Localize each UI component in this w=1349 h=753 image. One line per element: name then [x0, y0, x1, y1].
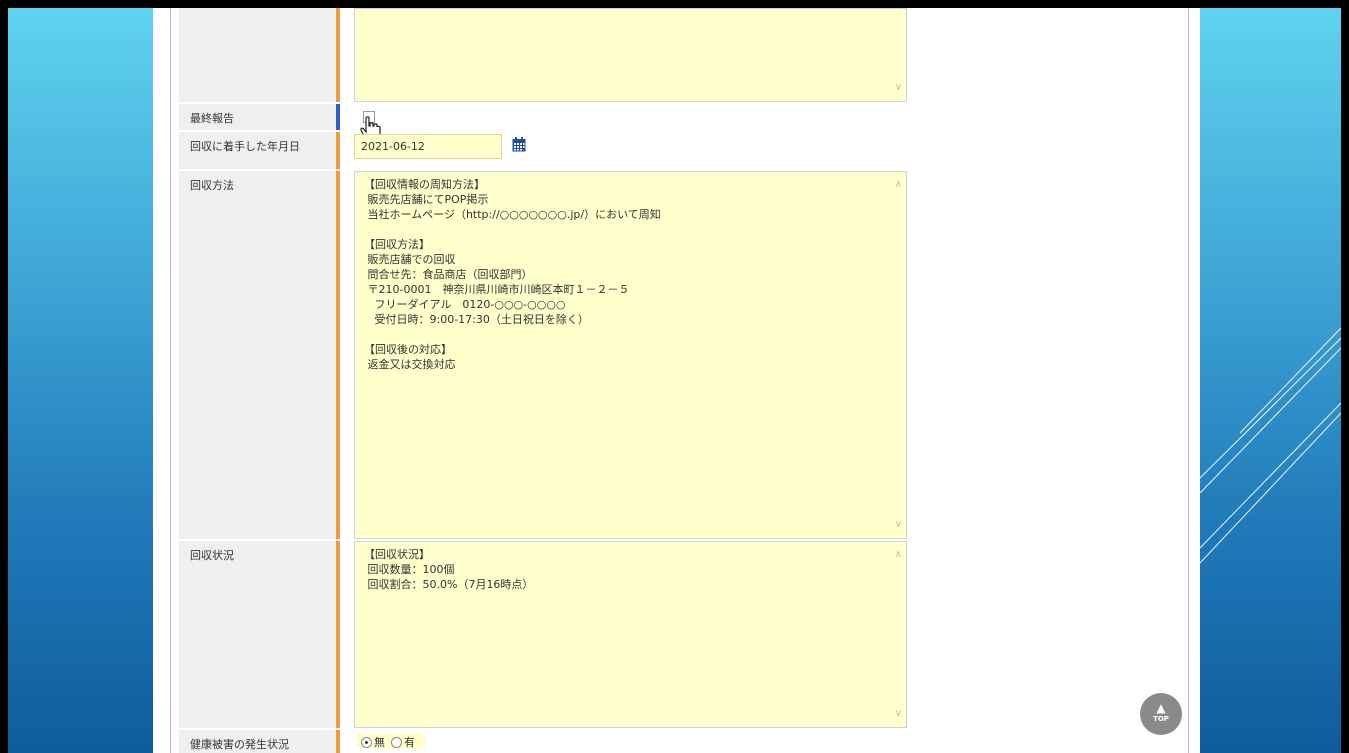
health-damage-none-label[interactable]: 無	[374, 736, 385, 749]
health-damage-row: 健康被害の発生状況 無有	[179, 730, 1059, 753]
left-decoration-panel	[8, 8, 153, 753]
arrow-up-icon: ▲	[1156, 701, 1166, 715]
recall-method-label: 回収方法	[179, 171, 336, 539]
calendar-icon[interactable]	[512, 137, 526, 152]
required-indicator-bar	[336, 541, 340, 728]
previous-field-label	[179, 8, 336, 102]
scroll-to-top-button[interactable]: ▲ TOP	[1140, 693, 1182, 735]
health-damage-none-radio[interactable]	[361, 737, 372, 748]
recall-status-label: 回収状況	[179, 541, 336, 728]
optional-indicator-bar	[336, 104, 340, 130]
recall-method-row: 回収方法 【回収情報の周知方法】 販売先店舗にてPOP掲示 当社ホームページ（h…	[179, 171, 1059, 539]
diagonal-lines-decoration	[1200, 327, 1341, 564]
recall-method-textarea[interactable]: 【回収情報の周知方法】 販売先店舗にてPOP掲示 当社ホームページ（http:/…	[354, 171, 907, 539]
recall-start-date-input[interactable]: 2021-06-12	[354, 134, 502, 159]
recall-status-text: 【回収状況】 回収数量：100個 回収割合：50.0%（7月16時点）	[364, 548, 534, 591]
required-indicator-bar	[336, 132, 340, 169]
health-damage-yes-radio[interactable]	[391, 737, 402, 748]
required-indicator-bar	[336, 8, 340, 102]
screen: ∨ 最終報告 回収に着手した年月日 2021-06-12 回収方法 【回収情報の…	[8, 8, 1341, 753]
health-damage-label: 健康被害の発生状況	[179, 730, 336, 753]
recall-method-text: 【回収情報の周知方法】 販売先店舗にてPOP掲示 当社ホームページ（http:/…	[364, 178, 661, 371]
health-damage-radio-group: 無有	[357, 733, 425, 749]
final-report-label: 最終報告	[179, 104, 336, 130]
recall-status-textarea[interactable]: 【回収状況】 回収数量：100個 回収割合：50.0%（7月16時点） ∧ ∨	[354, 541, 907, 728]
health-damage-yes-label[interactable]: 有	[404, 736, 415, 749]
final-report-row: 最終報告	[179, 104, 1059, 141]
form-page: ∨ 最終報告 回収に着手した年月日 2021-06-12 回収方法 【回収情報の…	[170, 8, 1189, 753]
scroll-to-top-label: TOP	[1153, 715, 1169, 723]
right-decoration-panel	[1200, 8, 1341, 753]
scroll-up-icon[interactable]: ∧	[895, 550, 902, 560]
scroll-down-icon[interactable]: ∨	[895, 709, 902, 719]
recall-status-row: 回収状況 【回収状況】 回収数量：100個 回収割合：50.0%（7月16時点）…	[179, 541, 1059, 728]
scroll-down-icon[interactable]: ∨	[895, 83, 902, 93]
previous-field-textarea[interactable]: ∨	[354, 8, 907, 102]
scroll-up-icon[interactable]: ∧	[895, 180, 902, 190]
previous-field-row: ∨	[179, 8, 1059, 102]
scroll-down-icon[interactable]: ∨	[895, 520, 902, 530]
required-indicator-bar	[336, 171, 340, 539]
recall-start-date-label: 回収に着手した年月日	[179, 132, 336, 169]
recall-start-date-row: 回収に着手した年月日 2021-06-12	[179, 132, 1059, 169]
required-indicator-bar	[336, 730, 340, 753]
